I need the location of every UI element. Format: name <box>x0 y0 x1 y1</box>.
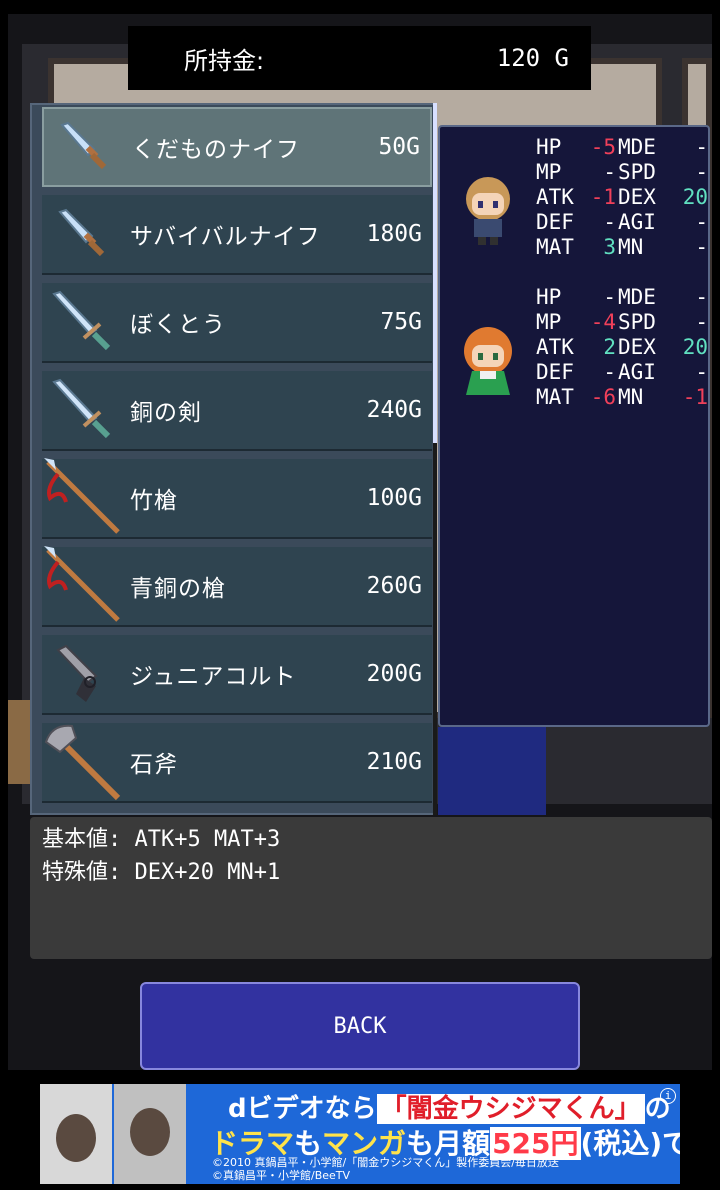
spear-icon <box>42 546 122 626</box>
ad-copyright-line: ©真鍋昌平・小学館/BeeTV <box>212 1169 351 1182</box>
stat-label: ATK <box>536 185 574 209</box>
info-icon[interactable]: i <box>660 1088 676 1104</box>
item-name: ジュニアコルト <box>130 664 297 690</box>
stat-value: -6 <box>590 385 616 409</box>
stat-label: MAT <box>536 385 574 409</box>
item-price: 200G <box>366 661 422 687</box>
shop-item[interactable]: くだものナイフ 50G <box>42 107 432 187</box>
special-stats-text: 特殊値: DEX+20 MN+1 <box>42 860 281 885</box>
stat-label: SPD <box>618 160 656 184</box>
item-name: ぼくとう <box>130 312 226 338</box>
stat-label: HP <box>536 135 562 159</box>
sword-icon <box>42 282 122 362</box>
actor-stats-window: HP -5 MDE - MP - SPD - ATK -1 DEX 20 DEF - AGI - MAT… <box>438 125 710 727</box>
stat-value: - <box>603 210 616 234</box>
girl-actor-sprite <box>460 325 516 397</box>
item-name: 竹槍 <box>130 488 178 514</box>
stat-value: - <box>695 360 708 384</box>
axe-icon <box>42 722 122 802</box>
list-scrollbar-thumb[interactable] <box>433 103 437 443</box>
ad-banner[interactable]: dビデオなら「闇金ウシジマくん」の ドラマもマンガも月額525円(税込)で見放題… <box>40 1084 680 1184</box>
stat-label: AGI <box>618 360 656 384</box>
item-price: 260G <box>366 573 422 599</box>
stat-value: 20 <box>682 185 708 209</box>
stat-label: SPD <box>618 310 656 334</box>
stat-grid: HP - MDE - MP -4 SPD - ATK 2 DEX 20 DEF - AGI - MAT -… <box>536 285 708 410</box>
stat-value: - <box>695 235 708 259</box>
stat-value: - <box>695 160 708 184</box>
stats-window-tail <box>438 727 546 815</box>
stat-label: DEX <box>618 185 656 209</box>
shop-item[interactable]: ジュニアコルト 200G <box>42 635 432 715</box>
stat-value: - <box>603 160 616 184</box>
shop-item[interactable]: ぼくとう 75G <box>42 283 432 363</box>
stat-value: -1 <box>682 385 708 409</box>
back-button[interactable]: BACK <box>140 982 580 1070</box>
ad-text: (税込)で見放題! <box>580 1127 680 1160</box>
shop-item[interactable]: 石斧 210G <box>42 723 432 803</box>
item-description-window: 基本値: ATK+5 MAT+3 特殊値: DEX+20 MN+1 <box>30 817 712 959</box>
item-name: サバイバルナイフ <box>130 224 321 250</box>
ad-text: 「闇金ウシジマくん」 <box>376 1094 645 1124</box>
stat-label: DEF <box>536 360 574 384</box>
item-price: 100G <box>366 485 422 511</box>
gun-icon <box>42 634 122 714</box>
stat-label: HP <box>536 285 562 309</box>
stat-value: - <box>695 210 708 234</box>
item-price: 240G <box>366 397 422 423</box>
stat-label: ATK <box>536 335 574 359</box>
item-price: 50G <box>378 134 420 160</box>
stat-value: 2 <box>603 335 616 359</box>
stat-value: -5 <box>590 135 616 159</box>
item-price: 180G <box>366 221 422 247</box>
base-stats-text: 基本値: ATK+5 MAT+3 <box>42 827 281 852</box>
ad-headline: dビデオなら 「闇金ウシジマくん」の <box>228 1088 671 1125</box>
ad-text: dビデオなら <box>228 1094 377 1124</box>
stat-label: MP <box>536 310 562 334</box>
shop-item[interactable]: 竹槍 100G <box>42 458 432 539</box>
stat-label: DEF <box>536 210 574 234</box>
knife-icon <box>44 107 124 187</box>
stat-value: - <box>695 135 708 159</box>
shop-item[interactable]: サバイバルナイフ 180G <box>42 195 432 275</box>
sword-icon <box>42 370 122 450</box>
ad-photo <box>114 1084 186 1184</box>
stat-value: - <box>603 360 616 384</box>
stat-label: MN <box>618 235 644 259</box>
stat-label: MDE <box>618 285 656 309</box>
gold-window: 所持金: 120 G <box>128 26 591 90</box>
stat-value: -1 <box>590 185 616 209</box>
item-price: 210G <box>366 749 422 775</box>
shop-item[interactable]: 青銅の槍 260G <box>42 546 432 627</box>
stat-label: AGI <box>618 210 656 234</box>
stat-label: DEX <box>618 335 656 359</box>
ad-photo <box>40 1084 112 1184</box>
boy-actor-sprite <box>460 175 516 247</box>
spear-icon <box>42 458 122 538</box>
shop-item[interactable]: 銅の剣 240G <box>42 371 432 451</box>
stat-value: - <box>695 310 708 334</box>
stat-value: 20 <box>682 335 708 359</box>
stat-value: 3 <box>603 235 616 259</box>
item-name: 青銅の槍 <box>130 576 226 602</box>
ad-copyright-line: ©2010 真鍋昌平・小学館/「闇金ウシジマくん」製作委員会/毎日放送 <box>212 1156 559 1169</box>
gold-label: 所持金: <box>184 46 265 75</box>
item-name: 石斧 <box>130 752 178 778</box>
gold-value: 120 G <box>496 44 569 72</box>
stat-label: MP <box>536 160 562 184</box>
stat-value: -4 <box>590 310 616 334</box>
stat-value: - <box>695 285 708 309</box>
shop-item-list[interactable]: くだものナイフ 50G サバイバルナイフ 180G ぼくとう 75G 銅の剣 2… <box>30 103 436 815</box>
stat-value: - <box>603 285 616 309</box>
knife-icon <box>42 194 122 274</box>
stat-grid: HP -5 MDE - MP - SPD - ATK -1 DEX 20 DEF - AGI - MAT… <box>536 135 708 260</box>
stat-label: MN <box>618 385 644 409</box>
item-name: 銅の剣 <box>130 400 202 426</box>
item-price: 75G <box>380 309 422 335</box>
item-name: くだものナイフ <box>132 137 300 163</box>
stat-label: MAT <box>536 235 574 259</box>
ad-copyright: ©2010 真鍋昌平・小学館/「闇金ウシジマくん」製作委員会/毎日放送 ©真鍋昌… <box>212 1156 559 1182</box>
stat-label: MDE <box>618 135 656 159</box>
